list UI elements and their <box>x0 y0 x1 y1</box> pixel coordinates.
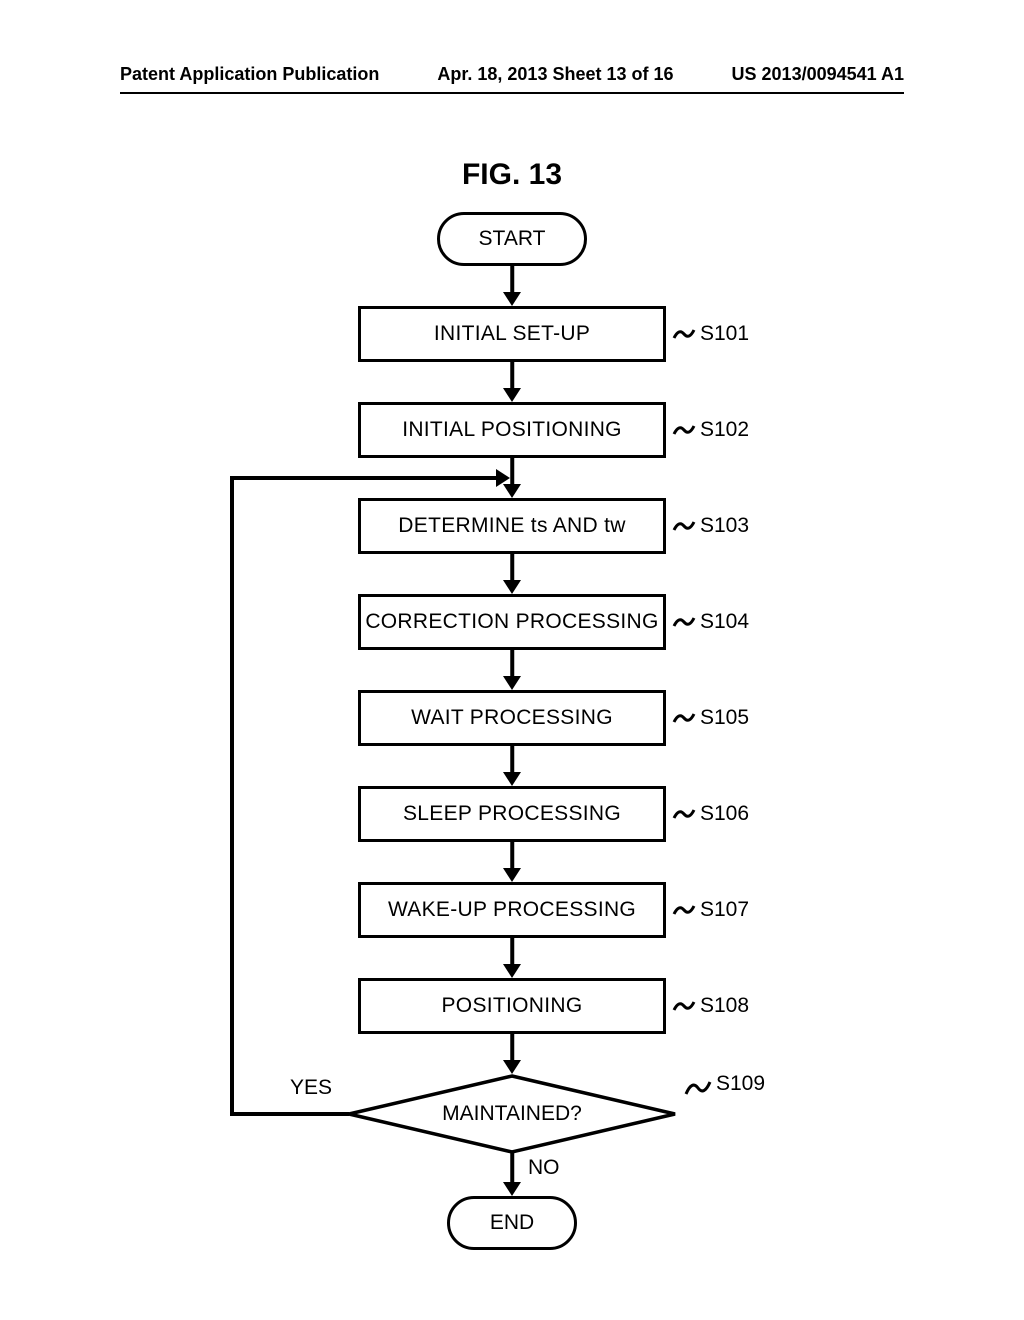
step-id: S108 <box>700 994 749 1018</box>
arrow-icon <box>502 650 522 690</box>
process-s103: DETERMINE ts AND tw <box>358 498 666 554</box>
process-s101: INITIAL SET-UP <box>358 306 666 362</box>
process-s108: POSITIONING <box>358 978 666 1034</box>
reference-tilde-icon <box>672 708 696 728</box>
header-rule <box>120 92 904 94</box>
reference-tilde-icon <box>672 996 696 1016</box>
arrow-icon <box>502 1152 522 1196</box>
reference-tilde-icon <box>672 420 696 440</box>
arrow-icon <box>502 266 522 306</box>
step-id: S107 <box>700 898 749 922</box>
header-right: US 2013/0094541 A1 <box>732 64 904 85</box>
arrow-icon <box>502 938 522 978</box>
step-text: INITIAL POSITIONING <box>402 418 622 442</box>
arrow-icon <box>502 842 522 882</box>
arrow-icon <box>502 362 522 402</box>
step-id: S105 <box>700 706 749 730</box>
process-s107: WAKE-UP PROCESSING <box>358 882 666 938</box>
step-id: S102 <box>700 418 749 442</box>
decision-s109: MAINTAINED? <box>347 1074 677 1154</box>
header-left: Patent Application Publication <box>120 64 379 85</box>
process-s104: CORRECTION PROCESSING <box>358 594 666 650</box>
reference-tilde-icon <box>672 612 696 632</box>
step-id: S106 <box>700 802 749 826</box>
end-label: END <box>490 1211 534 1235</box>
start-terminator: START <box>437 212 587 266</box>
step-text: DETERMINE ts AND tw <box>398 514 625 538</box>
step-text: POSITIONING <box>442 994 583 1018</box>
reference-tilde-icon <box>672 900 696 920</box>
step-id: S103 <box>700 514 749 538</box>
step-id: S109 <box>716 1072 765 1096</box>
step-text: INITIAL SET-UP <box>434 322 590 346</box>
decision-text: MAINTAINED? <box>442 1102 582 1126</box>
reference-tilde-icon <box>672 324 696 344</box>
end-terminator: END <box>447 1196 577 1250</box>
reference-tilde-icon <box>672 804 696 824</box>
arrow-icon <box>502 1034 522 1074</box>
arrow-icon <box>502 554 522 594</box>
process-s102: INITIAL POSITIONING <box>358 402 666 458</box>
branch-no-label: NO <box>528 1156 560 1180</box>
step-text: SLEEP PROCESSING <box>403 802 621 826</box>
page-header: Patent Application Publication Apr. 18, … <box>0 64 1024 85</box>
step-id: S101 <box>700 322 749 346</box>
step-text: CORRECTION PROCESSING <box>365 610 658 634</box>
step-id: S104 <box>700 610 749 634</box>
figure-title: FIG. 13 <box>0 158 1024 192</box>
header-center: Apr. 18, 2013 Sheet 13 of 16 <box>437 64 673 85</box>
branch-yes-label: YES <box>290 1076 332 1100</box>
start-label: START <box>479 227 546 251</box>
process-s105: WAIT PROCESSING <box>358 690 666 746</box>
reference-tilde-icon <box>672 516 696 536</box>
reference-tilde-icon <box>684 1076 712 1100</box>
step-text: WAIT PROCESSING <box>411 706 613 730</box>
step-text: WAKE-UP PROCESSING <box>388 898 636 922</box>
process-s106: SLEEP PROCESSING <box>358 786 666 842</box>
arrow-icon <box>502 746 522 786</box>
